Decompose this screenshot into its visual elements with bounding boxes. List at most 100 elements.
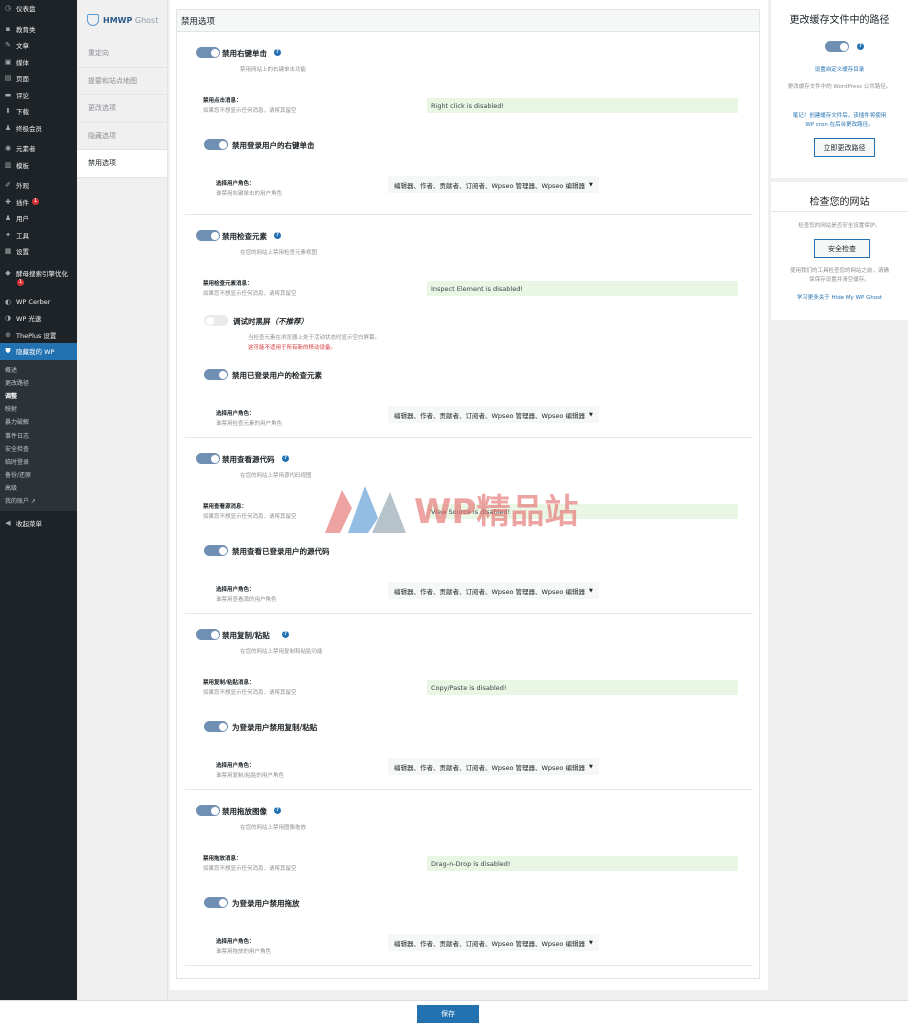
wp-menu-label: 隐藏我的 WP (16, 348, 55, 357)
submenu-item[interactable]: 临时登录 (0, 455, 77, 468)
submenu-item[interactable]: 暴力破解 (0, 415, 77, 428)
message-hint: 如果您不想显示任何消息，请将其留空 (203, 108, 297, 114)
wp-menu-item[interactable]: ◑ WP 光速 (0, 310, 77, 327)
wp-menu-label: 工具 (16, 231, 29, 240)
help-icon[interactable]: ? (282, 455, 289, 462)
wp-menu-item[interactable]: ✚ 插件 1 (0, 194, 77, 211)
wp-menu-item[interactable]: ▦ 设置 (0, 243, 77, 260)
wp-menu-item[interactable]: ▬ 评论 (0, 87, 77, 104)
wp-menu-item[interactable]: ⊕ ThePlus 设置 (0, 327, 77, 344)
plugin-nav-item[interactable]: 隐藏选项 (77, 123, 167, 150)
wp-menu-item[interactable]: ▥ 模板 (0, 157, 77, 174)
wp-menu-item[interactable]: ◉ 元素者 (0, 140, 77, 157)
help-icon[interactable]: ? (274, 232, 281, 239)
wp-menu-item[interactable]: ◆ 酵母搜索引擎优化 1 (0, 264, 77, 290)
plugin-nav-item[interactable]: 禁用选项 (77, 150, 167, 178)
feature-title: 禁用右键单击 (222, 49, 267, 58)
message-label: 禁用查看源消息： (203, 504, 248, 510)
main-feature-toggle[interactable] (196, 629, 220, 640)
user-roles-select[interactable]: 编辑器、作者、贡献者、订阅者、Wpseo 管理器、Wpseo 编辑器 ▼ (388, 934, 599, 951)
wp-light-icon: ◑ (4, 314, 12, 323)
wp-menu-label: 终极会员 (16, 124, 42, 133)
user-roles-select[interactable]: 编辑器、作者、贡献者、订阅者、Wpseo 管理器、Wpseo 编辑器 ▼ (388, 176, 599, 193)
cache-path-card: 更改缓存文件中的路径 ? 设置自定义缓存目录 更改缓存文件中的 WordPres… (771, 0, 908, 178)
help-icon[interactable]: ? (282, 631, 289, 638)
logged-users-toggle[interactable] (204, 721, 228, 732)
message-hint: 如果您不想显示任何消息，请将其留空 (203, 866, 297, 872)
debug-title-text: 调试时黑屏 (233, 317, 271, 326)
submenu-item[interactable]: 更改路径 (0, 376, 77, 389)
plugin-nav-item[interactable]: 更改选项 (77, 95, 167, 123)
custom-message-input[interactable] (427, 856, 738, 871)
custom-cache-dir-link[interactable]: 设置自定义缓存目录 (771, 66, 908, 74)
wp-menu-item[interactable]: ✐ 外观 (0, 177, 77, 194)
logged-users-toggle[interactable] (204, 545, 228, 556)
learn-more-link[interactable]: 学习更多关于 Hide My WP Ghost (771, 294, 908, 302)
collapse-menu-button[interactable]: ◀ 收起菜单 (0, 515, 77, 532)
wp-menu-item[interactable]: ✎ 文章 (0, 37, 77, 54)
main-feature-toggle[interactable] (196, 805, 220, 816)
save-button[interactable]: 保存 (417, 1005, 479, 1023)
roles-label: 选择用户角色： (216, 411, 255, 417)
help-icon[interactable]: ? (274, 49, 281, 56)
security-check-button[interactable]: 安全检查 (814, 239, 870, 258)
main-feature-toggle[interactable] (196, 47, 220, 58)
wp-menu-item[interactable]: ▪ 教育类 (0, 21, 77, 38)
blank-screen-toggle[interactable] (204, 315, 228, 326)
cache-card-note-2: WP cron 在后台更改路径。 (805, 122, 874, 128)
cache-card-text: 更改缓存文件中的 WordPress 公共路径。 (787, 84, 892, 90)
pin-icon: ✎ (5, 41, 11, 50)
wp-menu-item[interactable]: ♟ 终极会员 (0, 120, 77, 137)
change-path-now-button[interactable]: 立即更改路径 (814, 138, 875, 157)
submenu-item[interactable]: 备份/还原 (0, 468, 77, 481)
logged-users-toggle[interactable] (204, 897, 228, 908)
main-feature-toggle[interactable] (196, 230, 220, 241)
check-card-title: 检查您的网站 (809, 197, 870, 208)
watermark-text: WP精品站 (414, 491, 579, 532)
user-roles-select[interactable]: 编辑器、作者、贡献者、订阅者、Wpseo 管理器、Wpseo 编辑器 ▼ (388, 582, 599, 599)
plugin-nav-item[interactable]: 提要和站点地图 (77, 68, 167, 95)
wp-menu-item[interactable]: ◐ WP Cerber (0, 294, 77, 311)
wp-menu-item[interactable]: ▣ 媒体 (0, 54, 77, 71)
wp-menu-item[interactable]: ⛊ 隐藏我的 WP (0, 343, 77, 360)
check-card-text: 检查您的网站是否安全设置保护。 (798, 223, 881, 229)
message-hint: 如果您不想显示任何消息，请将其留空 (203, 690, 297, 696)
logged-users-title: 禁用登录用户的右键单击 (232, 141, 315, 150)
wp-menu-item[interactable]: ⬇ 下载 (0, 103, 77, 120)
wp-menu-item[interactable]: ✦ 工具 (0, 227, 77, 244)
logged-users-toggle[interactable] (204, 369, 228, 380)
wp-menu-item[interactable]: ♟ 用户 (0, 210, 77, 227)
wp-menu-label: 用户 (16, 215, 29, 224)
custom-message-input[interactable] (427, 98, 738, 113)
plugin-nav-item[interactable]: 重定向 (77, 40, 167, 68)
submenu-item[interactable]: 映射 (0, 402, 77, 415)
submenu-item[interactable]: 事件日志 (0, 428, 77, 441)
feature-description: 禁用网站上的右键单击功能 (240, 67, 307, 73)
selected-roles: 编辑器、作者、贡献者、订阅者、Wpseo 管理器、Wpseo 编辑器 (394, 181, 585, 190)
roles-hint: 谁禁用拖放的用户角色 (216, 949, 272, 955)
divider (771, 211, 908, 212)
dashboard-icon: ◷ (4, 4, 12, 13)
submenu-item[interactable]: 我的账户 ↗ (0, 494, 77, 507)
submenu-item[interactable]: 概述 (0, 363, 77, 376)
wp-menu-item[interactable]: ◷ 仪表盘 (0, 0, 77, 17)
debug-note: （不推荐） (270, 317, 309, 326)
custom-message-input[interactable] (427, 680, 738, 695)
custom-message-input[interactable] (427, 281, 738, 296)
wp-menu-label: 教育类 (16, 25, 36, 34)
elementor-icon: ◉ (4, 144, 12, 153)
user-roles-select[interactable]: 编辑器、作者、贡献者、订阅者、Wpseo 管理器、Wpseo 编辑器 ▼ (388, 758, 599, 775)
help-icon[interactable]: ? (274, 807, 281, 814)
submenu-item[interactable]: 安全检查 (0, 442, 77, 455)
cache-card-note-1: 笔记！创建缓存文件后，该插件将使用 (792, 113, 887, 119)
main-feature-toggle[interactable] (196, 453, 220, 464)
logged-users-toggle[interactable] (204, 139, 228, 150)
feature-description: 在您的网站上禁用复制和粘贴功能 (240, 649, 323, 655)
help-icon[interactable]: ? (857, 43, 864, 50)
user-roles-select[interactable]: 编辑器、作者、贡献者、订阅者、Wpseo 管理器、Wpseo 编辑器 ▼ (388, 406, 599, 423)
submenu-item[interactable]: 调整 (0, 389, 77, 402)
wp-menu-item[interactable]: ▤ 页面 (0, 70, 77, 87)
submenu-item[interactable]: 高级 (0, 481, 77, 494)
wp-menu-label: 插件 (16, 198, 29, 207)
cache-path-toggle[interactable] (825, 41, 849, 52)
